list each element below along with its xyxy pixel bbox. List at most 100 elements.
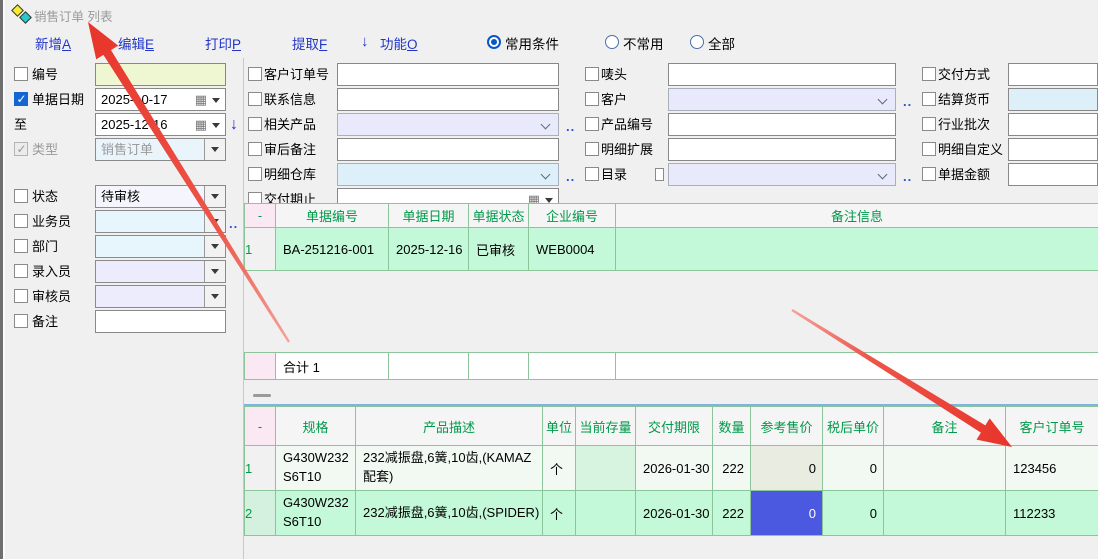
filter-col3-4-checkbox[interactable] [585,167,599,181]
radio-uncommon[interactable] [605,35,619,49]
filter-left-0-checkbox[interactable] [14,67,28,81]
detail-row-1-cell-0[interactable]: 2 [245,491,276,536]
filter-left-1-checkbox[interactable] [14,92,28,106]
detail-row-0-cell-9[interactable] [884,446,1006,491]
filter-left-8-checkbox[interactable] [14,289,28,303]
detail-row-0-cell-7[interactable]: 0 [751,446,823,491]
filter-col3-4-combo[interactable] [668,163,896,186]
filter-left-7-select[interactable] [95,260,226,283]
orders-row-0-cell-1[interactable]: BA-251216-001 [276,228,389,271]
filter-col2-4-checkbox[interactable] [248,167,262,181]
filter-left-8-dropdown-button[interactable] [204,286,225,307]
detail-row-0-cell-4[interactable] [576,446,636,491]
filter-col2-2-chevron-down-icon[interactable] [541,120,551,130]
filter-left-3-select[interactable]: 销售订单 [95,138,226,161]
filter-col4-4-input[interactable] [1008,163,1098,186]
filter-col3-2-input[interactable] [668,113,896,136]
filter-col2-2-browse-dots-button[interactable]: .. [566,119,575,134]
orders-row-0-cell-2[interactable]: 2025-12-16 [389,228,469,271]
detail-row-0-cell-6[interactable]: 222 [713,446,751,491]
orders-row-0-cell-3[interactable]: 已审核 [469,228,529,271]
orders-row-0-cell-0[interactable]: 1 [245,228,276,271]
filter-left-4-dropdown-button[interactable] [204,186,225,207]
filter-left-7-dropdown-button[interactable] [204,261,225,282]
filter-left-6-checkbox[interactable] [14,239,28,253]
filter-left-5-select[interactable] [95,210,226,233]
filter-col4-3-checkbox[interactable] [922,142,936,156]
filter-col4-3-input[interactable] [1008,138,1098,161]
filter-left-5-dropdown-button[interactable] [204,211,225,232]
radio-all[interactable] [690,35,704,49]
filter-col2-3-input[interactable] [337,138,559,161]
filter-left-9-input[interactable] [95,310,226,333]
filter-col3-0-checkbox[interactable] [585,67,599,81]
filter-col3-4-chevron-down-icon[interactable] [878,170,888,180]
detail-row-0-cell-0[interactable]: 1 [245,446,276,491]
detail-row-1-cell-4[interactable] [576,491,636,536]
filter-left-9-checkbox[interactable] [14,314,28,328]
filter-left-1-date-input[interactable]: 2025-10-17▦ [95,88,226,111]
edit-button[interactable]: 编辑E [118,33,154,53]
detail-row-1-cell-10[interactable]: 112233 [1006,491,1098,536]
filter-col4-0-checkbox[interactable] [922,67,936,81]
detail-row-0-cell-5[interactable]: 2026-01-30 [636,446,713,491]
filter-col4-2-input[interactable] [1008,113,1098,136]
filter-left-1-calendar-icon[interactable]: ▦ [195,93,207,106]
filter-col2-0-checkbox[interactable] [248,67,262,81]
detail-row-0-cell-3[interactable]: 个 [543,446,576,491]
filter-col3-4-extra-checkbox[interactable] [655,168,664,181]
detail-row-1-cell-8[interactable]: 0 [823,491,884,536]
filter-col3-3-checkbox[interactable] [585,142,599,156]
filter-col3-1-chevron-down-icon[interactable] [878,95,888,105]
filter-left-2-date-input[interactable]: 2025-12-16▦ [95,113,226,136]
filter-left-4-checkbox[interactable] [14,189,28,203]
filter-left-1-date-dropdown-icon[interactable] [212,98,220,103]
new-button[interactable]: 新增A [35,33,71,53]
function-button[interactable]: 功能O [380,33,418,53]
detail-row-1-cell-5[interactable]: 2026-01-30 [636,491,713,536]
filter-col2-2-combo[interactable] [337,113,559,136]
filter-left-6-dropdown-button[interactable] [204,236,225,257]
filter-col2-4-combo[interactable] [337,163,559,186]
filter-left-6-select[interactable] [95,235,226,258]
orders-row-0-cell-4[interactable]: WEB0004 [529,228,616,271]
filter-left-5-browse-dots-button[interactable]: .. [229,216,238,231]
filter-col4-4-checkbox[interactable] [922,167,936,181]
filter-left-4-select[interactable]: 待审核 [95,185,226,208]
filter-col3-4-browse-dots-button[interactable]: .. [903,169,912,184]
filter-left-5-checkbox[interactable] [14,214,28,228]
detail-row-1-cell-6[interactable]: 222 [713,491,751,536]
detail-row-0-cell-8[interactable]: 0 [823,446,884,491]
filter-left-2-calendar-icon[interactable]: ▦ [195,118,207,131]
filter-col2-0-input[interactable] [337,63,559,86]
detail-row-1-cell-9[interactable] [884,491,1006,536]
filter-col3-3-input[interactable] [668,138,896,161]
detail-row-0-cell-10[interactable]: 123456 [1006,446,1098,491]
detail-row-1-cell-2[interactable]: 232减振盘,6簧,10齿,(SPIDER) [356,491,543,536]
filter-left-3-checkbox[interactable] [14,142,28,156]
filter-col4-1-input[interactable] [1008,88,1098,111]
filter-col4-1-checkbox[interactable] [922,92,936,106]
detail-row-0-cell-1[interactable]: G430W232S6T10 [276,446,356,491]
filter-col2-1-input[interactable] [337,88,559,111]
orders-row-0-cell-5[interactable] [616,228,1098,271]
filter-col3-2-checkbox[interactable] [585,117,599,131]
filter-col2-3-checkbox[interactable] [248,142,262,156]
detail-row-1-cell-3[interactable]: 个 [543,491,576,536]
filter-col2-1-checkbox[interactable] [248,92,262,106]
filter-col2-4-browse-dots-button[interactable]: .. [566,169,575,184]
detail-row-0-cell-2[interactable]: 232减振盘,6簧,10齿,(KAMAZ配套) [356,446,543,491]
radio-common-conditions[interactable] [487,35,501,49]
splitter-handle[interactable] [253,394,271,397]
filter-left-0-input[interactable] [95,63,226,86]
filter-left-3-dropdown-button[interactable] [204,139,225,160]
extract-button[interactable]: 提取F [292,33,327,53]
filter-col4-2-checkbox[interactable] [922,117,936,131]
filter-col3-1-checkbox[interactable] [585,92,599,106]
detail-row-1-cell-1[interactable]: G430W232S6T10 [276,491,356,536]
filter-col3-0-input[interactable] [668,63,896,86]
filter-col4-0-input[interactable] [1008,63,1098,86]
filter-col3-1-combo[interactable] [668,88,896,111]
filter-col3-1-browse-dots-button[interactable]: .. [903,94,912,109]
print-button[interactable]: 打印P [205,33,241,53]
